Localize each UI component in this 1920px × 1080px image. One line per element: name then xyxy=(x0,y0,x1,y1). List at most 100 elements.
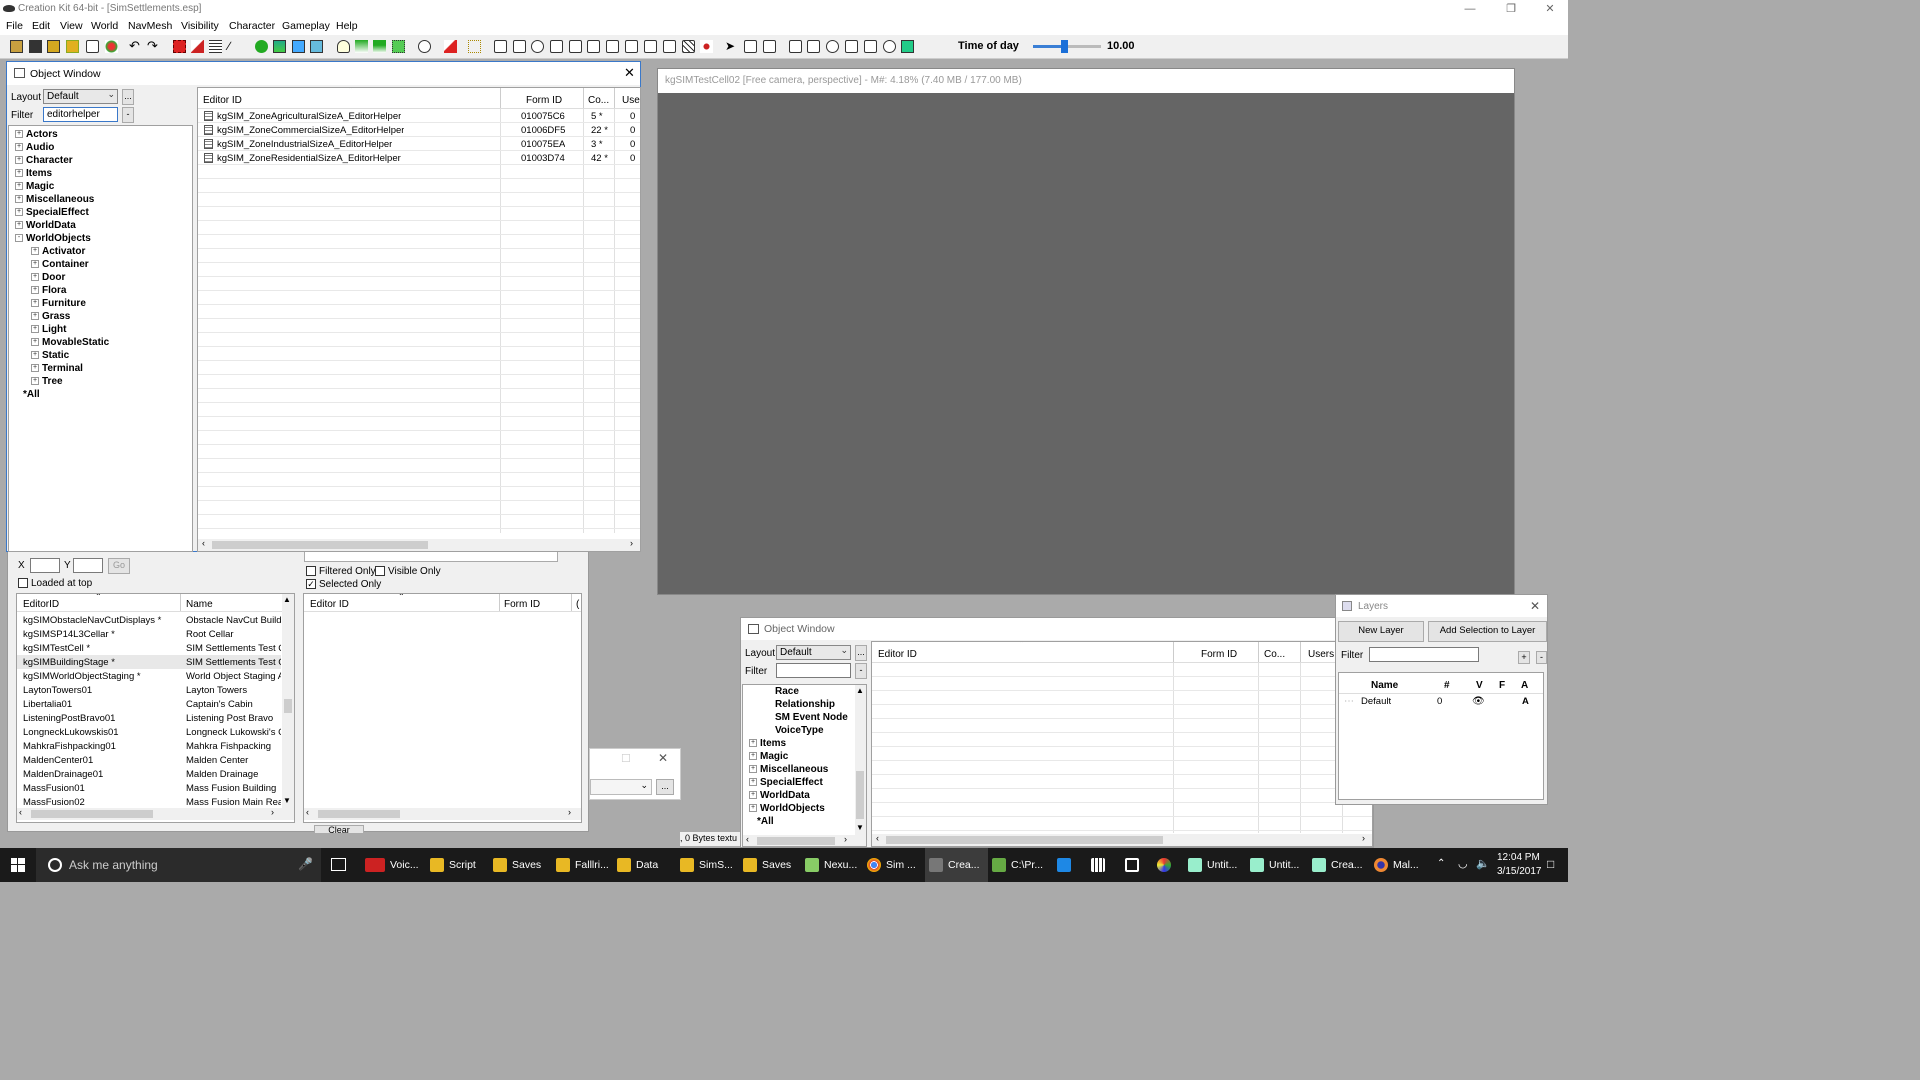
layer-active-flag[interactable]: A xyxy=(1522,696,1529,707)
taskbar-fallout[interactable]: Falllri... xyxy=(556,848,611,882)
pointer-icon[interactable]: ➤ xyxy=(725,40,738,53)
tree-item[interactable]: *All xyxy=(15,389,40,400)
taskbar-app-grey[interactable] xyxy=(1125,848,1145,882)
loaded-at-top-checkbox[interactable]: Loaded at top xyxy=(18,578,92,589)
taskbar-saves-2[interactable]: Saves xyxy=(743,848,798,882)
tree-item[interactable]: + Items xyxy=(15,168,52,179)
sphere-icon[interactable] xyxy=(531,40,544,53)
taskbar-creation-2[interactable]: Crea... xyxy=(1312,848,1367,882)
scroll-right-icon[interactable]: › xyxy=(630,538,633,548)
expand-icon[interactable]: + xyxy=(15,182,23,191)
box-o-icon[interactable] xyxy=(550,40,563,53)
tree-item[interactable]: + Light xyxy=(31,324,66,335)
scroll-left-icon[interactable]: ‹ xyxy=(306,807,309,817)
tree-item[interactable]: + Miscellaneous xyxy=(15,194,94,205)
taskbar-sims[interactable]: SimS... xyxy=(680,848,735,882)
scroll-right-icon[interactable]: › xyxy=(844,834,847,844)
cells-vertical-scrollbar[interactable]: ▲ ▼ xyxy=(282,594,294,808)
cells-column-editorid[interactable]: EditorID xyxy=(23,599,59,610)
sky-icon[interactable] xyxy=(292,40,305,53)
green-box-icon[interactable] xyxy=(901,40,914,53)
flora-icon[interactable] xyxy=(392,40,405,53)
objects-column-extra[interactable]: ( xyxy=(576,599,579,610)
microphone-icon[interactable]: 🎤 xyxy=(298,857,313,871)
water-icon[interactable] xyxy=(273,40,286,53)
new-layer-button[interactable]: New Layer xyxy=(1338,621,1424,642)
particle-icon[interactable] xyxy=(468,40,481,53)
clear-button[interactable]: Clear xyxy=(314,825,364,834)
column-users[interactable]: Users xyxy=(1308,649,1334,660)
box-t-icon[interactable] xyxy=(625,40,638,53)
expand-icon[interactable]: + xyxy=(15,143,23,152)
box-v-icon[interactable] xyxy=(864,40,877,53)
cells-horizontal-scrollbar[interactable]: ‹ › xyxy=(17,807,294,820)
dialog-close-icon[interactable]: ✕ xyxy=(658,751,668,765)
chevron-up-icon[interactable]: ⌃ xyxy=(1437,858,1445,869)
obj-1-icon[interactable] xyxy=(744,40,757,53)
scroll-up-icon[interactable]: ▲ xyxy=(283,595,291,604)
column-form-id[interactable]: Form ID xyxy=(1201,649,1237,660)
menu-view[interactable]: View xyxy=(60,20,83,32)
list-item[interactable]: kgSIMSP14L3Cellar * Root Cellar xyxy=(17,627,281,641)
expand-icon[interactable]: + xyxy=(15,208,23,217)
box-r-icon[interactable] xyxy=(807,40,820,53)
grass-icon[interactable] xyxy=(355,40,368,53)
taskbar-untitled-1[interactable]: Untit... xyxy=(1188,848,1243,882)
tree-item[interactable]: + WorldData xyxy=(749,790,810,801)
close-icon[interactable]: ✕ xyxy=(624,65,635,81)
object-list-secondary-horizontal-scrollbar[interactable]: ‹ › xyxy=(872,833,1372,846)
dialog-restore-icon[interactable]: ☐ xyxy=(621,752,631,765)
box-d-icon[interactable] xyxy=(569,40,582,53)
tree-item[interactable]: + Actors xyxy=(15,129,58,140)
render-window[interactable]: kgSIMTestCell02 [Free camera, perspectiv… xyxy=(657,68,1515,595)
tree-vertical-scrollbar[interactable]: ▲ ▼ xyxy=(855,685,866,835)
scroll-up-icon[interactable]: ▲ xyxy=(856,686,864,695)
box-s-icon[interactable] xyxy=(606,40,619,53)
color-icon[interactable] xyxy=(105,40,118,53)
expand-icon[interactable]: + xyxy=(31,338,39,347)
volume-icon[interactable]: 🔈 xyxy=(1476,857,1490,870)
tree-item[interactable]: + Audio xyxy=(15,142,54,153)
expand-icon[interactable]: + xyxy=(15,195,23,204)
tree-item[interactable]: + Magic xyxy=(749,751,788,762)
scroll-left-icon[interactable]: ‹ xyxy=(202,538,205,548)
landscape-icon[interactable] xyxy=(255,40,268,53)
list-item[interactable]: MaldenDrainage01 Malden Drainage xyxy=(17,767,281,781)
tree-item[interactable]: + SpecialEffect xyxy=(15,207,89,218)
object-list-horizontal-scrollbar-thumb[interactable] xyxy=(212,541,428,549)
windows-start-icon[interactable] xyxy=(11,858,25,872)
tree-item[interactable]: + Door xyxy=(31,272,65,283)
list-item[interactable]: kgSIMWorldObjectStaging * World Object St… xyxy=(17,669,281,683)
dialog-more-button[interactable]: ... xyxy=(656,779,674,795)
tree-item[interactable]: + Grass xyxy=(31,311,70,322)
table-row[interactable]: kgSIM_ZoneAgriculturalSizeA_EditorHelper… xyxy=(198,109,640,123)
collapse-icon[interactable]: - xyxy=(15,234,23,243)
rotate-icon[interactable] xyxy=(191,40,204,53)
box-w-icon[interactable] xyxy=(845,40,858,53)
grid-icon[interactable] xyxy=(209,40,222,53)
menu-gameplay[interactable]: Gameplay xyxy=(282,20,330,32)
expand-icon[interactable]: + xyxy=(31,286,39,295)
expand-icon[interactable]: + xyxy=(31,312,39,321)
tree-item[interactable]: + Items xyxy=(749,738,786,749)
menu-world[interactable]: World xyxy=(91,20,118,32)
filter-clear-button[interactable]: - xyxy=(855,663,867,679)
selection-icon[interactable] xyxy=(173,40,186,53)
tree-item[interactable]: + Flora xyxy=(31,285,66,296)
box-c-icon[interactable] xyxy=(789,40,802,53)
object-list-secondary-horizontal-scrollbar-thumb[interactable] xyxy=(886,836,1163,844)
tree-item[interactable]: + Static xyxy=(31,350,69,361)
circle-icon[interactable] xyxy=(826,40,839,53)
menu-help[interactable]: Help xyxy=(336,20,358,32)
expand-icon[interactable]: + xyxy=(749,765,757,774)
column-editor-id[interactable]: Editor ID xyxy=(878,649,917,660)
scroll-down-icon[interactable]: ▼ xyxy=(856,823,864,832)
taskbar-calculator[interactable] xyxy=(1091,848,1111,882)
tree-horizontal-scrollbar-thumb[interactable] xyxy=(757,837,835,845)
taskbar-saves[interactable]: Saves xyxy=(493,848,548,882)
scroll-right-icon[interactable]: › xyxy=(568,807,571,817)
tree-item[interactable]: + Container xyxy=(31,259,89,270)
taskbar-app-blue[interactable] xyxy=(1057,848,1077,882)
tree-item[interactable]: + Activator xyxy=(31,246,85,257)
list-item[interactable]: LongneckLukowskis01 Longneck Lukowski's C… xyxy=(17,725,281,739)
